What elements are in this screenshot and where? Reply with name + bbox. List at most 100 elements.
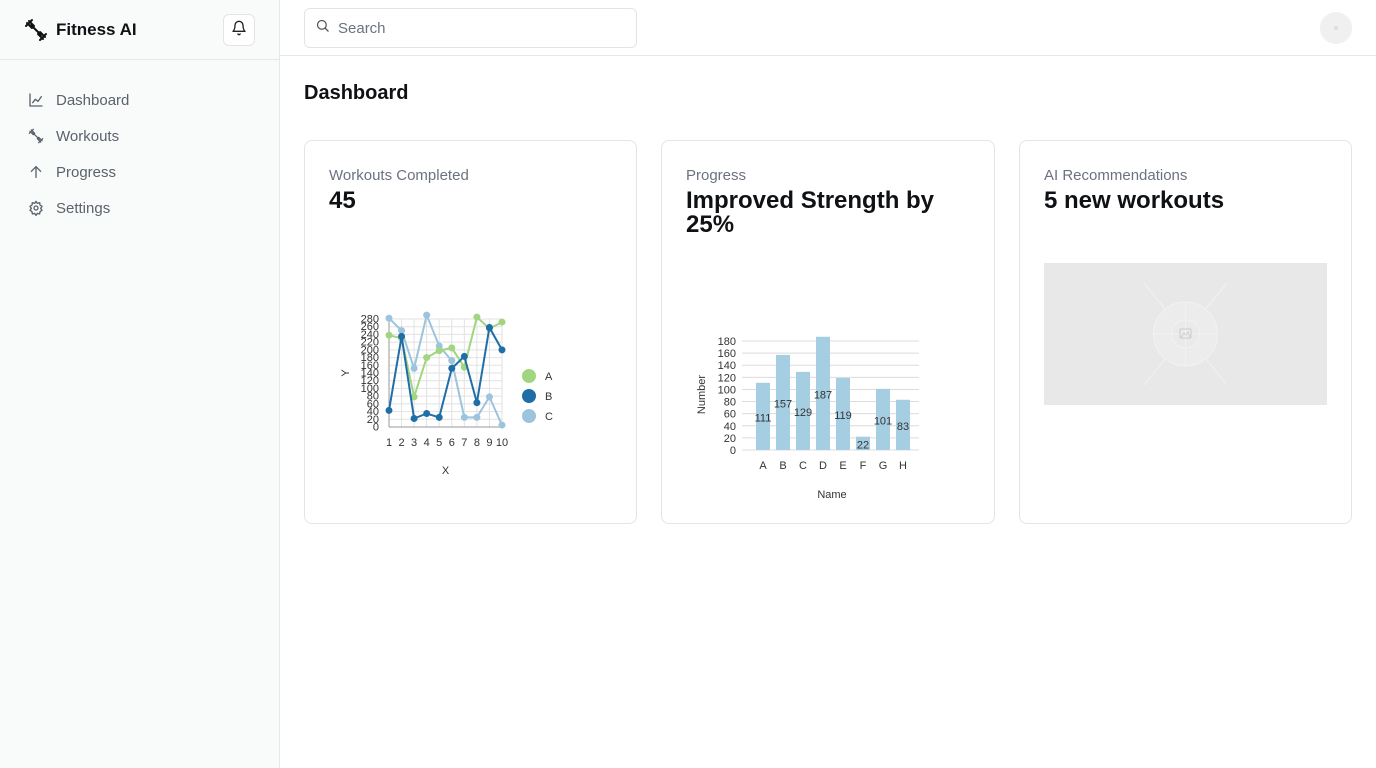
series-c-point	[485, 393, 493, 401]
sidebar-item-label: Dashboard	[56, 91, 130, 109]
data-label: 187	[814, 389, 832, 401]
series-a-point	[435, 347, 443, 355]
data-label: 119	[834, 410, 852, 422]
search-input[interactable]	[338, 19, 618, 37]
series-c-point	[473, 413, 481, 421]
y-axis-label: Number	[696, 375, 708, 414]
card-label: Progress	[686, 167, 747, 184]
series-a-point	[473, 313, 481, 321]
search-icon	[315, 18, 330, 38]
sidebar-item-label: Settings	[56, 199, 111, 217]
data-label: 83	[897, 421, 909, 433]
sidebar: Fitness AI Dashboard Workouts Progress S…	[0, 0, 280, 768]
progress-card: Progress Improved Strength by 25% 0 20 40 6…	[661, 140, 995, 524]
y-tick-label: 100	[718, 384, 736, 396]
top-bar	[280, 0, 1376, 56]
series-b-point	[473, 399, 481, 407]
ai-recommendations-card: AI Recommendations 5 new workouts	[1019, 140, 1352, 524]
data-label: 101	[874, 415, 892, 427]
x-tick-label: H	[899, 460, 907, 472]
series-a-point	[423, 354, 431, 362]
y-tick-label: 140	[718, 360, 736, 372]
y-tick-label: 180	[718, 336, 736, 348]
x-axis-label: Name	[817, 489, 846, 501]
app-name: Fitness AI	[56, 19, 137, 39]
sidebar-item-progress[interactable]: Progress	[16, 154, 263, 190]
x-tick-label: E	[839, 460, 846, 472]
legend-label: C	[545, 411, 553, 423]
y-tick-label: 40	[724, 421, 736, 433]
series-c-point	[385, 314, 393, 322]
y-tick-label: 0	[730, 445, 736, 457]
avatar-image	[1334, 26, 1338, 30]
series-c-point	[460, 413, 468, 421]
data-label: 129	[794, 407, 812, 419]
sidebar-item-workouts[interactable]: Workouts	[16, 118, 263, 154]
series-b-point	[485, 323, 493, 331]
series-b-point	[448, 364, 456, 372]
series-b-point	[385, 406, 393, 414]
data-label: 111	[755, 412, 772, 424]
sidebar-item-dashboard[interactable]: Dashboard	[16, 82, 263, 118]
y-tick-label: 20	[724, 433, 736, 445]
card-label: AI Recommendations	[1044, 167, 1188, 184]
gear-icon	[28, 200, 44, 216]
card-label: Workouts Completed	[329, 167, 469, 184]
x-tick-label: A	[759, 460, 767, 472]
series-a-point	[498, 318, 506, 326]
x-tick-label: 1	[386, 437, 392, 449]
series-b-point	[460, 352, 468, 360]
series-c-point	[410, 364, 418, 372]
progress-bar-chart: 020406080100120140160180 111 A 157 B 129 C 187 D…	[696, 336, 919, 501]
x-tick-label: 10	[496, 437, 508, 449]
sidebar-item-label: Workouts	[56, 127, 120, 145]
x-tick-label: 5	[436, 437, 442, 449]
x-tick-label: C	[799, 460, 807, 472]
x-tick-label: 9	[486, 437, 492, 449]
x-tick-label: 7	[461, 437, 467, 449]
y-tick-label: 60	[724, 409, 736, 421]
x-axis-label: X	[442, 465, 450, 477]
sidebar-item-settings[interactable]: Settings	[16, 190, 263, 226]
y-tick-label: 80	[724, 397, 736, 409]
y-axis-label: Y	[340, 369, 352, 377]
workouts-card: Workouts Completed 45 0 20 40 60 80 100 120 140…	[304, 140, 637, 524]
series-a-point	[385, 331, 393, 339]
series-b-point	[423, 410, 431, 417]
search-box[interactable]	[304, 8, 637, 48]
notifications-button[interactable]	[223, 14, 255, 46]
y-tick-label: 120	[718, 372, 736, 384]
image-icon	[1143, 282, 1228, 386]
x-tick-label: B	[779, 460, 786, 472]
image-placeholder	[1044, 263, 1327, 405]
legend-marker	[522, 409, 536, 423]
legend-label: B	[545, 391, 552, 403]
x-tick-label: 3	[411, 437, 417, 449]
bell-icon	[231, 20, 247, 41]
x-tick-label: 6	[449, 437, 455, 449]
data-label: 22	[857, 439, 869, 451]
x-tick-label: F	[860, 460, 867, 472]
dumbbell-icon	[28, 128, 44, 144]
series-b-point	[398, 332, 406, 340]
x-tick-label: 2	[398, 437, 404, 449]
series-c-point	[498, 421, 506, 429]
sidebar-item-label: Progress	[56, 163, 117, 181]
sidebar-nav: Dashboard Workouts Progress Settings	[0, 60, 279, 248]
y-tick-label: 280	[361, 314, 379, 326]
legend-label: A	[545, 371, 553, 383]
data-label: 157	[774, 398, 792, 410]
card-value: 45	[329, 187, 356, 214]
x-tick-label: 8	[474, 437, 480, 449]
avatar[interactable]	[1320, 12, 1352, 44]
workouts-line-chart: 0204060801001201401601802002202402602801…	[340, 311, 553, 477]
legend-marker	[522, 369, 536, 383]
arrow-up-icon	[28, 164, 44, 180]
series-c-point	[423, 311, 431, 319]
legend-marker	[522, 389, 536, 403]
x-tick-label: G	[879, 460, 888, 472]
series-b-point	[410, 415, 418, 423]
series-c-point	[448, 357, 456, 365]
card-value: Improved Strength by 25%	[686, 187, 935, 238]
line-chart-icon	[28, 92, 44, 108]
